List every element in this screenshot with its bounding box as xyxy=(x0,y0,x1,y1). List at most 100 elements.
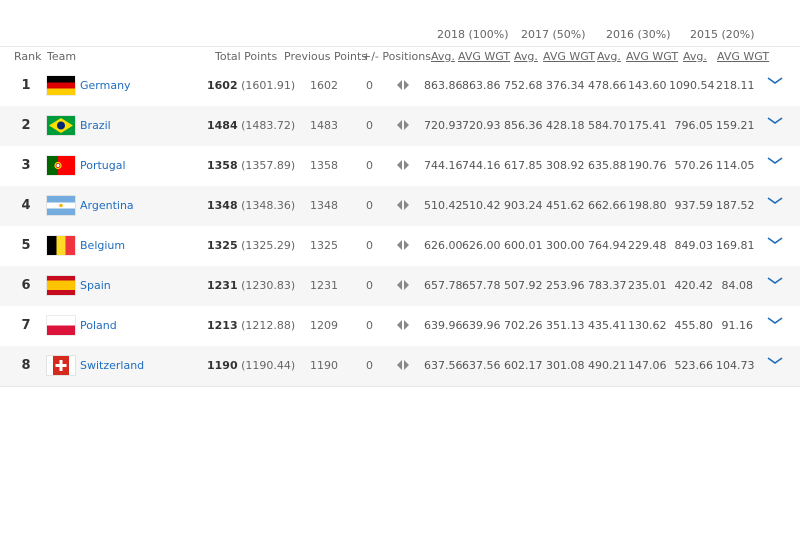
avg-2015-cell: 455.80 xyxy=(674,319,714,332)
previous-points-cell: 1358 xyxy=(310,159,338,172)
avg-wgt-2017-cell: 428.18 xyxy=(546,119,585,132)
avg-wgt-2016-cell: 198.80 xyxy=(628,199,667,212)
avg-wgt-2018-cell: 639.96 xyxy=(462,319,501,332)
avg-wgt-2015-cell: 104.73 xyxy=(716,359,755,372)
col-rank[interactable]: Rank xyxy=(14,50,41,63)
no-change-arrows-icon xyxy=(397,320,409,330)
no-change-arrows-icon xyxy=(397,120,409,130)
previous-points-cell: 1348 xyxy=(310,199,338,212)
table-row[interactable]: 2 Brazil 1484 (1483.72) 1483 0 720.93 72… xyxy=(0,106,800,147)
avg-wgt-2016-cell: 235.01 xyxy=(628,279,667,292)
col-2017-avg[interactable]: Avg. xyxy=(514,50,538,63)
avg-wgt-2017-cell: 451.62 xyxy=(546,199,585,212)
col-2016-avg[interactable]: Avg. xyxy=(597,50,621,63)
avg-wgt-2016-cell: 143.60 xyxy=(628,79,667,92)
col-2016-avg-wgt[interactable]: AVG WGT xyxy=(626,50,678,63)
poland-flag-icon xyxy=(47,316,75,335)
col-previous-points[interactable]: Previous Points xyxy=(284,50,367,63)
avg-wgt-2015-cell: 187.52 xyxy=(716,199,755,212)
team-link[interactable]: Belgium xyxy=(80,239,125,252)
avg-wgt-2015-cell: 218.11 xyxy=(716,79,755,92)
col-2015-avg-wgt[interactable]: AVG WGT xyxy=(717,50,769,63)
brazil-flag-icon xyxy=(47,116,75,135)
positions-change-cell: 0 xyxy=(366,79,373,92)
total-points-exact: (1483.72) xyxy=(241,119,296,132)
total-points-cell: 1358 (1357.89) xyxy=(207,159,295,172)
rank-cell: 2 xyxy=(21,118,31,133)
col-2015-avg[interactable]: Avg. xyxy=(683,50,707,63)
avg-2015-cell: 796.05 xyxy=(674,119,714,132)
avg-2015-cell: 849.03 xyxy=(674,239,714,252)
avg-2016-cell: 435.41 xyxy=(588,319,627,332)
table-row[interactable]: 6 Spain 1231 (1230.83) 1231 0 657.78 657… xyxy=(0,266,800,307)
chevron-down-icon[interactable] xyxy=(766,115,784,127)
table-row[interactable]: 8 Switzerland 1190 (1190.44) 1190 0 637.… xyxy=(0,346,800,387)
positions-change-cell: 0 xyxy=(366,199,373,212)
chevron-down-icon[interactable] xyxy=(766,315,784,327)
avg-2018-cell: 626.00 xyxy=(424,239,463,252)
avg-2018-cell: 657.78 xyxy=(424,279,463,292)
total-points-cell: 1348 (1348.36) xyxy=(207,199,295,212)
avg-wgt-2017-cell: 301.08 xyxy=(546,359,585,372)
table-row[interactable]: 4 Argentina 1348 (1348.36) 1348 0 510.42… xyxy=(0,186,800,227)
table-row[interactable]: 7 Poland 1213 (1212.88) 1209 0 639.96 63… xyxy=(0,306,800,347)
positions-change-cell: 0 xyxy=(366,159,373,172)
table-row[interactable]: 5 Belgium 1325 (1325.29) 1325 0 626.00 6… xyxy=(0,226,800,267)
germany-flag-icon xyxy=(47,76,75,95)
team-link[interactable]: Germany xyxy=(80,79,131,92)
avg-wgt-2015-cell: 169.81 xyxy=(716,239,755,252)
col-2018-avg-wgt[interactable]: AVG WGT xyxy=(458,50,510,63)
team-link[interactable]: Argentina xyxy=(80,199,134,212)
rank-cell: 8 xyxy=(21,358,31,373)
positions-change-cell: 0 xyxy=(366,239,373,252)
avg-2018-cell: 720.93 xyxy=(424,119,463,132)
avg-2017-cell: 702.26 xyxy=(504,319,543,332)
col-total-points[interactable]: Total Points xyxy=(215,50,277,63)
col-2017-avg-wgt[interactable]: AVG WGT xyxy=(543,50,595,63)
avg-2015-cell: 523.66 xyxy=(674,359,714,372)
rank-cell: 4 xyxy=(21,198,31,213)
no-change-arrows-icon xyxy=(397,80,409,90)
chevron-down-icon[interactable] xyxy=(766,155,784,167)
avg-2017-cell: 617.85 xyxy=(504,159,543,172)
avg-2015-cell: 570.26 xyxy=(674,159,714,172)
no-change-arrows-icon xyxy=(397,200,409,210)
chevron-down-icon[interactable] xyxy=(766,355,784,367)
total-points-value: 1602 xyxy=(207,79,238,92)
chevron-down-icon[interactable] xyxy=(766,195,784,207)
avg-2018-cell: 639.96 xyxy=(424,319,463,332)
avg-2015-cell: 937.59 xyxy=(674,199,714,212)
team-link[interactable]: Switzerland xyxy=(80,359,144,372)
team-link[interactable]: Spain xyxy=(80,279,111,292)
chevron-down-icon[interactable] xyxy=(766,75,784,87)
avg-2017-cell: 602.17 xyxy=(504,359,543,372)
total-points-cell: 1190 (1190.44) xyxy=(207,359,295,372)
total-points-cell: 1325 (1325.29) xyxy=(207,239,295,252)
positions-change-cell: 0 xyxy=(366,319,373,332)
team-link[interactable]: Brazil xyxy=(80,119,111,132)
col-team[interactable]: Team xyxy=(47,50,76,63)
avg-wgt-2018-cell: 720.93 xyxy=(462,119,501,132)
avg-2016-cell: 635.88 xyxy=(588,159,627,172)
team-link[interactable]: Portugal xyxy=(80,159,126,172)
total-points-value: 1231 xyxy=(207,279,238,292)
chevron-down-icon[interactable] xyxy=(766,275,784,287)
col-2018-avg[interactable]: Avg. xyxy=(431,50,455,63)
total-points-exact: (1230.83) xyxy=(241,279,296,292)
avg-wgt-2018-cell: 744.16 xyxy=(462,159,501,172)
avg-2017-cell: 856.36 xyxy=(504,119,543,132)
chevron-down-icon[interactable] xyxy=(766,235,784,247)
total-points-cell: 1231 (1230.83) xyxy=(207,279,295,292)
col-positions[interactable]: +/- Positions xyxy=(362,50,431,63)
avg-2016-cell: 490.21 xyxy=(588,359,627,372)
previous-points-cell: 1231 xyxy=(310,279,338,292)
avg-2016-cell: 478.66 xyxy=(588,79,627,92)
team-link[interactable]: Poland xyxy=(80,319,117,332)
total-points-cell: 1602 (1601.91) xyxy=(207,79,295,92)
table-row[interactable]: 1 Germany 1602 (1601.91) 1602 0 863.86 8… xyxy=(0,66,800,107)
portugal-flag-icon xyxy=(47,156,75,175)
table-row[interactable]: 3 Portugal 1358 (1357.89) 1358 0 744.16 … xyxy=(0,146,800,187)
avg-wgt-2018-cell: 637.56 xyxy=(462,359,501,372)
year-2017-label: 2017 (50%) xyxy=(521,28,586,40)
total-points-value: 1348 xyxy=(207,199,238,212)
